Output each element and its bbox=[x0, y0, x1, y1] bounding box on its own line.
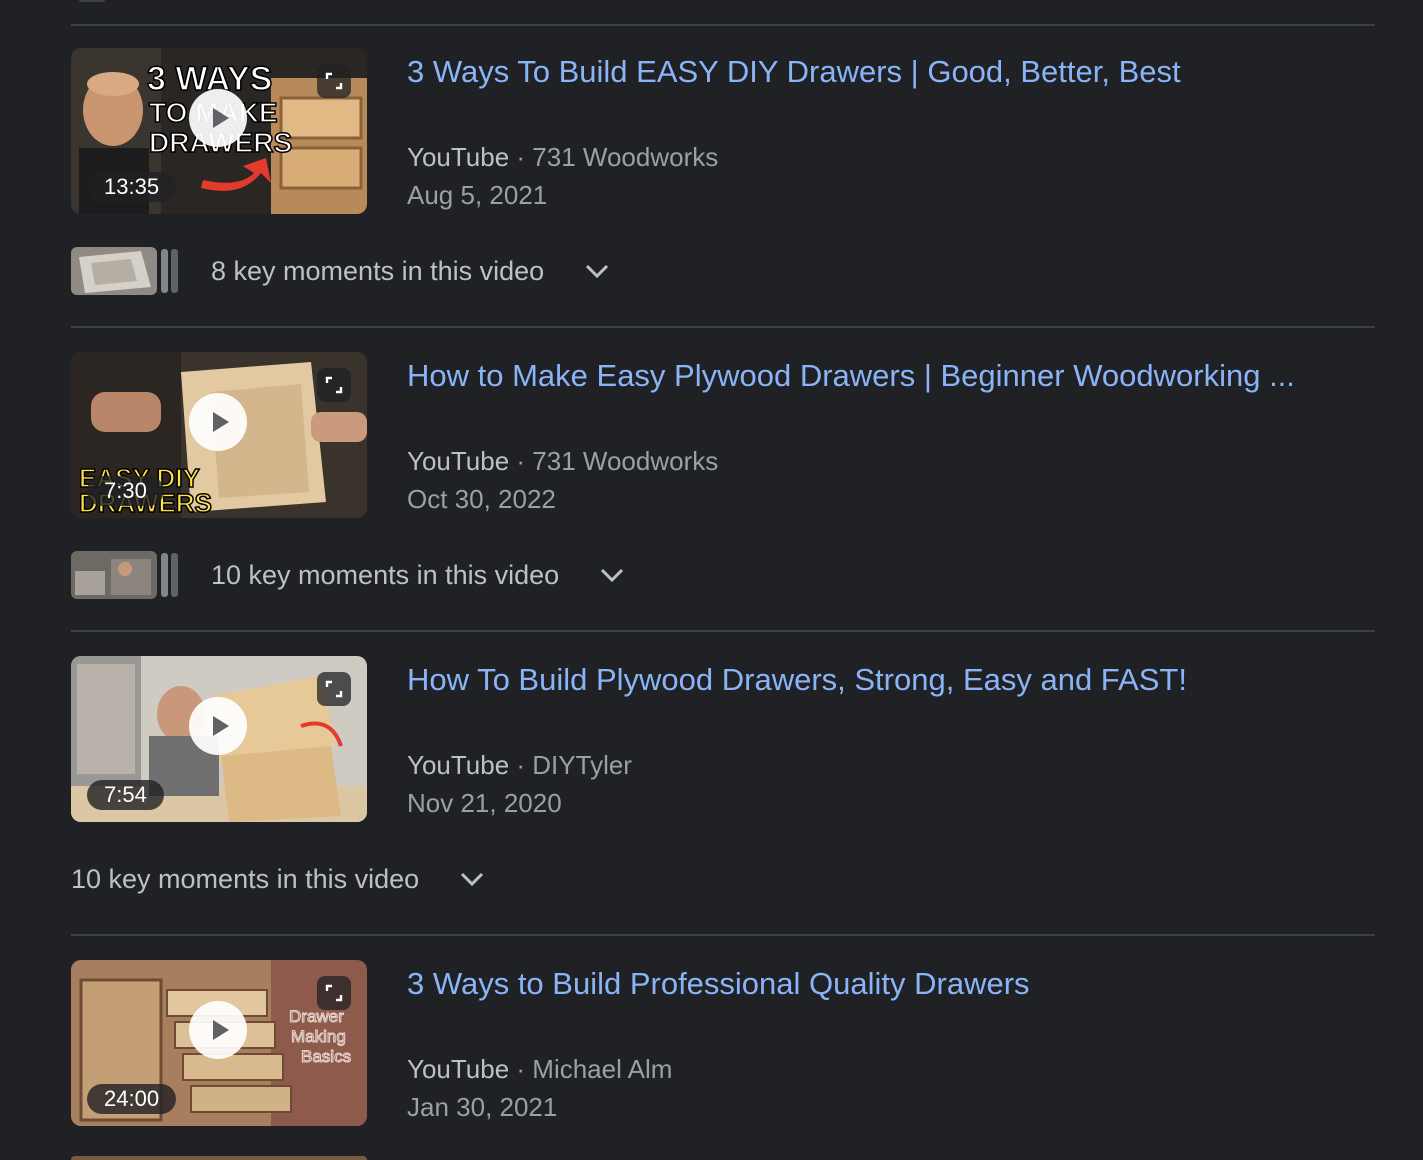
divider bbox=[71, 630, 1375, 632]
expand-icon[interactable] bbox=[317, 64, 351, 98]
publish-date: Aug 5, 2021 bbox=[407, 180, 548, 210]
video-result-1: 3 WAYS TO MAKE DRAWERS 13:35 3 Ways To B… bbox=[71, 48, 1375, 338]
duration-badge: 24:00 bbox=[87, 1084, 177, 1114]
video-result-3: 7:54 How To Build Plywood Drawers, Stron… bbox=[71, 656, 1375, 946]
key-moments-label: 8 key moments in this video bbox=[211, 255, 545, 286]
expand-icon[interactable] bbox=[317, 976, 351, 1010]
chevron-down-icon[interactable] bbox=[584, 263, 610, 279]
meta-separator: · bbox=[509, 142, 533, 172]
publish-date: Jan 30, 2021 bbox=[407, 1092, 558, 1122]
video-title[interactable]: How to Make Easy Plywood Drawers | Begin… bbox=[407, 356, 1295, 396]
divider bbox=[71, 934, 1375, 936]
play-icon[interactable] bbox=[189, 89, 247, 147]
video-meta: YouTube · Michael Alm bbox=[407, 1052, 672, 1086]
channel-name: 731 Woodworks bbox=[532, 446, 719, 476]
chevron-down-icon[interactable] bbox=[599, 567, 625, 583]
video-title[interactable]: 3 Ways To Build EASY DIY Drawers | Good,… bbox=[407, 52, 1181, 92]
duration-badge: 7:30 bbox=[87, 476, 164, 506]
key-moments-toggle[interactable]: 8 key moments in this video bbox=[71, 246, 610, 296]
video-source: YouTube bbox=[407, 1054, 510, 1084]
meta-separator: · bbox=[509, 446, 533, 476]
publish-date: Oct 30, 2022 bbox=[407, 484, 556, 514]
video-source: YouTube bbox=[407, 750, 510, 780]
channel-name: Michael Alm bbox=[532, 1054, 673, 1084]
video-source: YouTube bbox=[407, 446, 510, 476]
thumbnail-caption: Basics bbox=[301, 1047, 351, 1066]
video-thumbnail[interactable]: 7:54 bbox=[71, 656, 367, 822]
meta-separator: · bbox=[509, 1054, 533, 1084]
video-meta: YouTube · DIYTyler bbox=[407, 748, 632, 782]
video-meta: YouTube · 731 Woodworks bbox=[407, 140, 718, 174]
key-moments-label: 10 key moments in this video bbox=[71, 863, 420, 894]
video-result-2: EASY DIY DRAWERS 7:30 How to Make Easy P… bbox=[71, 352, 1375, 642]
previous-item-stub bbox=[78, 0, 106, 2]
video-source: YouTube bbox=[407, 142, 510, 172]
key-moments-label: 10 key moments in this video bbox=[211, 559, 560, 590]
expand-icon[interactable] bbox=[317, 672, 351, 706]
key-moments-thumbnail-stack bbox=[71, 247, 181, 295]
thumbnail-caption: Making bbox=[291, 1027, 346, 1046]
video-meta: YouTube · 731 Woodworks bbox=[407, 444, 718, 478]
video-thumbnail[interactable]: EASY DIY DRAWERS 7:30 bbox=[71, 352, 367, 518]
duration-badge: 13:35 bbox=[87, 172, 177, 202]
video-thumbnail[interactable]: 3 WAYS TO MAKE DRAWERS 13:35 bbox=[71, 48, 367, 214]
channel-name: 731 Woodworks bbox=[532, 142, 719, 172]
expand-icon[interactable] bbox=[317, 368, 351, 402]
channel-name: DIYTyler bbox=[532, 750, 632, 780]
video-title[interactable]: How To Build Plywood Drawers, Strong, Ea… bbox=[407, 660, 1187, 700]
play-icon[interactable] bbox=[189, 697, 247, 755]
video-result-4: Drawer Making Basics 24:00 3 Ways to Bui… bbox=[71, 960, 1375, 1160]
divider bbox=[71, 326, 1375, 328]
publish-date: Nov 21, 2020 bbox=[407, 788, 562, 818]
key-moments-thumbnail-stack bbox=[71, 551, 181, 599]
divider bbox=[71, 24, 1375, 26]
play-icon[interactable] bbox=[189, 1001, 247, 1059]
chevron-down-icon[interactable] bbox=[459, 871, 485, 887]
key-moments-toggle[interactable]: 10 key moments in this video bbox=[71, 550, 625, 600]
video-thumbnail[interactable]: Drawer Making Basics 24:00 bbox=[71, 960, 367, 1126]
duration-badge: 7:54 bbox=[87, 780, 164, 810]
next-item-stub bbox=[71, 1156, 367, 1160]
play-icon[interactable] bbox=[189, 393, 247, 451]
video-title[interactable]: 3 Ways to Build Professional Quality Dra… bbox=[407, 964, 1030, 1004]
key-moments-toggle[interactable]: 10 key moments in this video bbox=[71, 854, 485, 904]
search-results-page: 3 WAYS TO MAKE DRAWERS 13:35 3 Ways To B… bbox=[0, 0, 1423, 1160]
meta-separator: · bbox=[509, 750, 533, 780]
